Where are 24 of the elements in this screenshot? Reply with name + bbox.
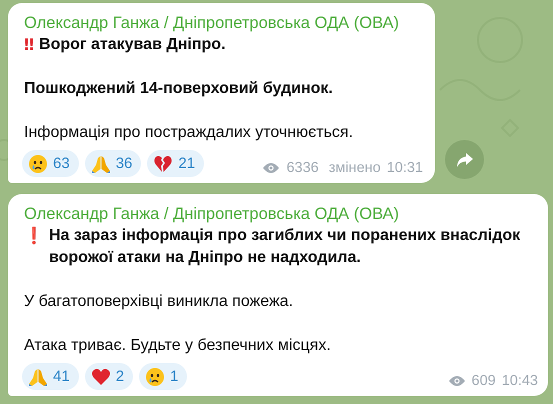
share-arrow-icon [456, 152, 474, 168]
channel-name[interactable]: Олександр Ганжа / Дніпропетровська ОДА (ОВА) [24, 203, 538, 225]
eye-icon [448, 375, 466, 387]
message-text: У багатоповерхівці виникла пожежа. [24, 292, 294, 312]
message-text: Інформація про постраждалих уточнюється. [24, 123, 354, 143]
message-text: Пошкоджений 14-поверховий будинок. [24, 79, 333, 99]
reaction-button[interactable]: 41 [22, 363, 79, 390]
message-text: Ворог атакував Дніпро. [39, 35, 226, 55]
message-time: 10:31 [386, 160, 423, 176]
reaction-button[interactable]: 36 [84, 150, 142, 177]
edited-label: змінено [328, 160, 381, 176]
reaction-button[interactable]: 63 [22, 150, 79, 177]
reaction-button[interactable]: 1 [139, 363, 188, 390]
view-count: 6336 [286, 160, 319, 176]
exclamation-icon: ‼ [24, 34, 34, 56]
exclamation-icon: ❗ [24, 225, 44, 247]
reaction-button[interactable]: 21 [147, 150, 204, 177]
message-text: На зараз інформація про загиблих чи поранених внаслідок ворожої атаки на Дніпро не надходила. [49, 226, 522, 268]
message-time: 10:43 [502, 373, 538, 389]
message-text: Атака триває. Будьте у безпечних місцях. [24, 336, 331, 356]
channel-name[interactable]: Олександр Ганжа / Дніпропетровська ОДА (ОВА) [24, 12, 423, 34]
reaction-button[interactable]: 2 [84, 363, 134, 390]
eye-icon [262, 162, 280, 174]
view-count: 609 [472, 373, 496, 389]
